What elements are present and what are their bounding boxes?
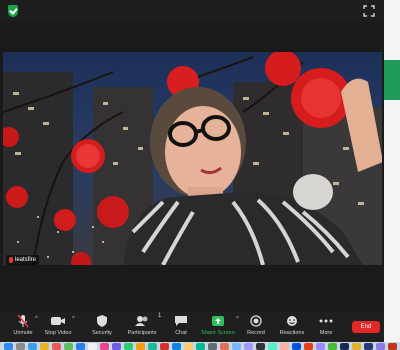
fullscreen-icon[interactable] — [362, 4, 376, 18]
security-button[interactable]: Security — [82, 314, 122, 337]
security-label: Security — [92, 330, 112, 336]
dock-app-icon[interactable] — [196, 343, 205, 350]
share-screen-button[interactable]: Share Screen — [198, 314, 238, 337]
reactions-label: Reactions — [279, 330, 305, 336]
video-scene — [3, 52, 382, 265]
participant-name-tag: leatsfire — [6, 255, 40, 265]
dock-app-icon[interactable] — [160, 343, 169, 350]
dock-app-icon[interactable] — [148, 343, 157, 350]
dock-app-icon[interactable] — [184, 343, 193, 350]
share-screen-label: Share Screen — [201, 330, 235, 336]
video-bottom-area — [0, 265, 384, 312]
video-options-caret-icon[interactable]: ^ — [72, 316, 75, 322]
macos-dock — [0, 342, 400, 350]
record-button[interactable]: Record — [236, 314, 276, 337]
end-meeting-button[interactable]: End — [352, 321, 380, 333]
dock-app-icon[interactable] — [280, 343, 289, 350]
security-shield-icon — [94, 314, 110, 328]
chat-label: Chat — [175, 330, 187, 336]
dock-app-icon[interactable] — [172, 343, 181, 350]
background-window-accent — [384, 60, 400, 100]
background-window-strip — [384, 0, 400, 342]
chat-bubble-icon — [173, 314, 189, 328]
dock-app-icon[interactable] — [220, 343, 229, 350]
more-button[interactable]: More — [306, 314, 346, 337]
dock-app-icon[interactable] — [4, 343, 13, 350]
meeting-toolbar: Unmute ^ Stop Video ^ Security Participa… — [0, 312, 384, 342]
video-camera-icon — [50, 314, 66, 328]
title-bar — [0, 0, 384, 22]
dock-app-icon[interactable] — [88, 343, 97, 350]
dock-app-icon[interactable] — [208, 343, 217, 350]
participant-video[interactable] — [3, 52, 382, 265]
muted-mic-icon — [9, 257, 13, 263]
dock-app-icon[interactable] — [316, 343, 325, 350]
dock-app-icon[interactable] — [76, 343, 85, 350]
dock-app-icon[interactable] — [52, 343, 61, 350]
zoom-meeting-window: leatsfire Unmute ^ Stop Video ^ Security — [0, 0, 384, 350]
record-icon — [248, 314, 264, 328]
dock-app-icon[interactable] — [292, 343, 301, 350]
dock-app-icon[interactable] — [364, 343, 373, 350]
participant-name: leatsfire — [15, 257, 37, 263]
dock-app-icon[interactable] — [16, 343, 25, 350]
dock-app-icon[interactable] — [256, 343, 265, 350]
video-top-area — [0, 22, 384, 52]
reactions-smiley-icon — [284, 314, 300, 328]
dock-app-icon[interactable] — [376, 343, 385, 350]
dock-app-icon[interactable] — [340, 343, 349, 350]
dock-app-icon[interactable] — [268, 343, 277, 350]
unmute-label: Unmute — [13, 330, 33, 336]
stop-video-label: Stop Video — [44, 330, 72, 336]
dock-app-icon[interactable] — [232, 343, 241, 350]
chat-button[interactable]: Chat — [161, 314, 201, 337]
dock-app-icon[interactable] — [28, 343, 37, 350]
mic-muted-icon — [15, 314, 31, 328]
more-label: More — [319, 330, 333, 336]
participants-icon — [134, 314, 150, 328]
participants-button[interactable]: Participants — [122, 314, 162, 337]
dock-app-icon[interactable] — [100, 343, 109, 350]
dock-app-icon[interactable] — [64, 343, 73, 350]
more-dots-icon — [318, 314, 334, 328]
dock-app-icon[interactable] — [124, 343, 133, 350]
dock-app-icon[interactable] — [328, 343, 337, 350]
encryption-shield-icon[interactable] — [8, 5, 18, 17]
dock-app-icon[interactable] — [388, 343, 397, 350]
participants-label: Participants — [127, 330, 157, 336]
dock-app-icon[interactable] — [352, 343, 361, 350]
dock-app-icon[interactable] — [136, 343, 145, 350]
record-label: Record — [247, 330, 265, 336]
dock-app-icon[interactable] — [40, 343, 49, 350]
dock-app-icon[interactable] — [112, 343, 121, 350]
dock-app-icon[interactable] — [304, 343, 313, 350]
dock-app-icon[interactable] — [244, 343, 253, 350]
share-screen-icon — [210, 314, 226, 328]
